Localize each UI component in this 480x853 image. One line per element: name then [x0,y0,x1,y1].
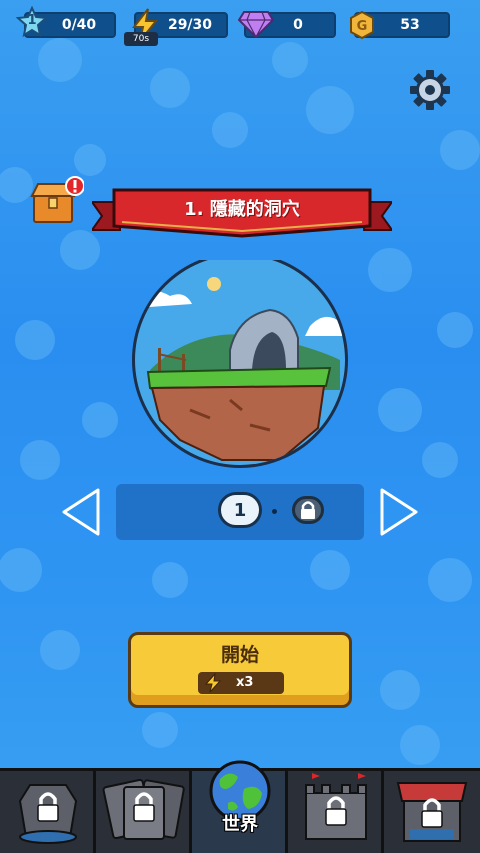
previous-level-arrow[interactable] [58,486,106,538]
energy-cost-label: x3 [236,675,254,690]
stage-connector-dot [272,509,277,514]
coin-icon: G [350,11,374,39]
cards-icon [102,778,185,840]
lightning-icon [204,673,222,693]
stage-button-locked[interactable] [292,496,324,524]
stage-button-current[interactable]: 1 [218,492,262,528]
nav-tab-locked-cards[interactable] [96,771,192,853]
gear-icon[interactable] [408,68,452,112]
nav-tab-locked-shop[interactable] [384,771,480,853]
nav-tab-world-label: 世界 [222,814,258,835]
start-button[interactable]: 開始 x3 [128,632,352,708]
svg-text:G: G [357,19,368,34]
lock-icon [301,501,315,519]
nav-tab-locked-lab[interactable] [0,771,96,853]
nav-tab-locked-castle[interactable] [288,771,384,853]
world-island-illustration [132,260,348,468]
energy-timer: 70s [124,32,158,46]
lab-icon [18,784,78,844]
treasure-chest-icon[interactable] [28,176,84,226]
castle-icon [305,773,367,840]
star-level-label: 1 [27,13,37,28]
start-button-label: 開始 [220,644,259,666]
next-level-arrow[interactable] [374,486,422,538]
gem-icon [238,11,274,38]
energy-cost: x3 [198,672,284,694]
shop-icon [396,782,468,842]
level-title: 1. 隱藏的洞穴 [184,199,300,220]
